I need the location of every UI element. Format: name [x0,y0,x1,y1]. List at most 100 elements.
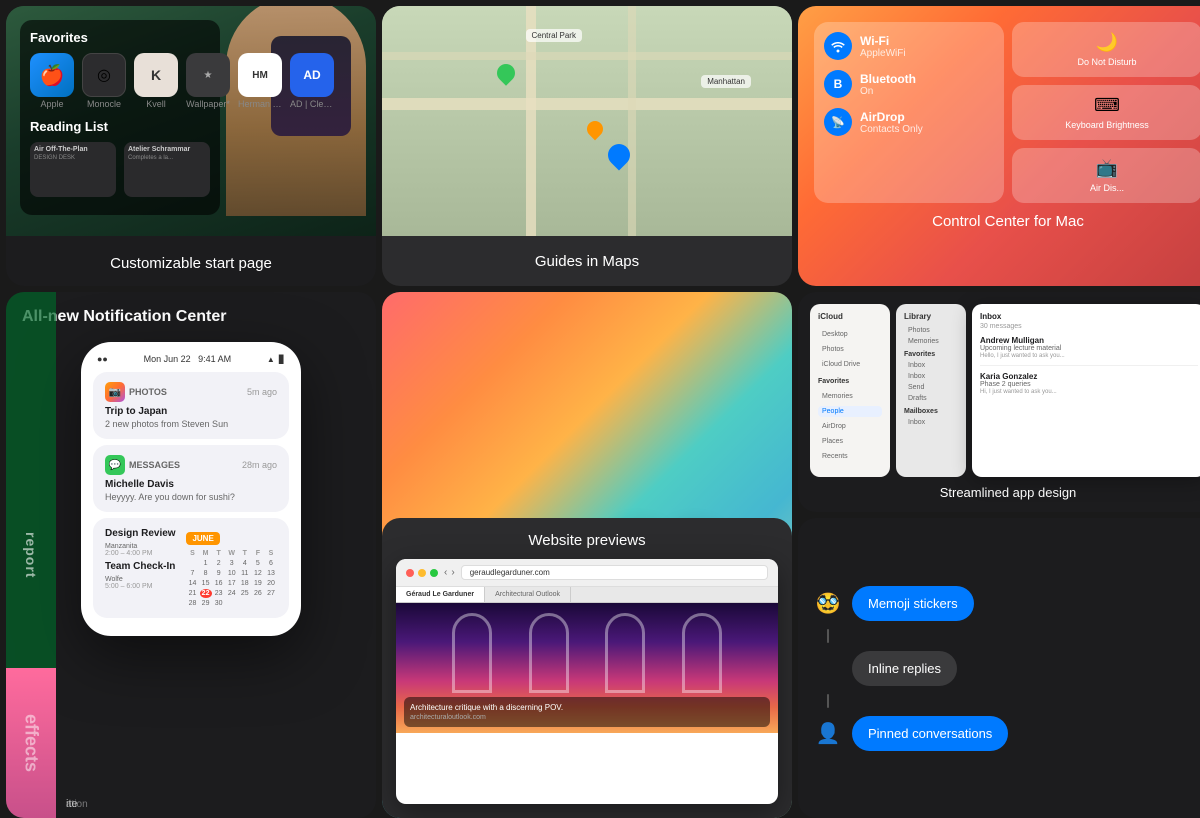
fav-item-ad[interactable]: AD AD | Clever [290,53,334,109]
wifi-control[interactable]: Wi-Fi AppleWiFi [824,32,994,60]
mail-sender-1: Andrew Mulligan [980,336,1198,345]
airdrop-control[interactable]: 📡 AirDrop Contacts Only [824,108,994,136]
notification-center-header: All-new Notification Center [6,292,376,334]
display-icon: 📺 [1096,158,1118,179]
pinned-avatar: 👤 [812,717,844,749]
photos-app-name: PHOTOS [129,387,247,397]
control-grid: Wi-Fi AppleWiFi B Bluetooth On 📡 AirDro [814,22,1200,203]
reading-item-2: Atelier Schrammar Completes a la... [124,142,210,197]
cal-header-t1: T [213,549,225,558]
browser-close-dot[interactable] [406,569,414,577]
fav-item-kvell[interactable]: K Kvell [134,53,178,109]
notif-card-photos-header: 📷 PHOTOS 5m ago [105,382,277,402]
calendar-event2-time: 5:00 – 6:00 PM [105,583,180,590]
photos-notif-time: 5m ago [247,387,277,397]
battery-status-icon: ▊ [279,355,285,364]
fav-label-apple: Apple [30,99,74,109]
bottom-text-2: ation [66,799,88,810]
air-display-control[interactable]: 📺 Air Dis... [1012,148,1200,203]
browser-back[interactable]: ‹ [444,567,447,578]
fav-label-wallpaper: Wallpaper* [186,99,230,109]
wifi-icon [824,32,852,60]
monocle-icon: ◎ [82,53,126,97]
apple-icon: 🍎 [30,53,74,97]
website-description: Architecture critique with a discerning … [410,703,764,712]
calendar-event1-sub: Manzanita [105,543,180,550]
cal-header-f: F [252,549,264,558]
messages-notif-body: Heyyyy. Are you down for sushi? [105,492,277,502]
control-center-caption: Control Center for Mac [814,213,1200,230]
side-effects-bg: effects [6,668,56,818]
fav-label-monocle: Monocle [82,99,126,109]
browser-url-bar[interactable]: geraudlegarduner.com [461,565,768,580]
wallpaper-icon: ★ [186,53,230,97]
phone-camera: ●● [97,354,108,364]
cal-header-t2: T [239,549,251,558]
calendar-widget: Design Review Manzanita 2:00 – 4:00 PM T… [93,518,289,618]
msg-bubble-inline: Inline replies [852,651,957,686]
app-design-preview: iCloud Desktop Photos iCloud Drive Favor… [810,304,1200,477]
side-report-text: report [23,532,39,578]
phone-statusbar: ●● Mon Jun 22 9:41 AM ▲ ▊ [93,354,289,364]
wifi-status-icon: ▲ [267,355,275,364]
fav-item-monocle[interactable]: ◎ Monocle [82,53,126,109]
fav-label-hm: Herman Miller [238,99,282,109]
keyboard-brightness-icon: ⌨ [1094,95,1120,116]
cal-header-w: W [226,549,238,558]
tile-messages-features: 🥸 Memoji stickers Inline replies 👤 Pinne… [798,518,1200,818]
messages-app-name: MESSAGES [129,460,242,470]
browser-preview: ‹ › geraudlegarduner.com Géraud Le Gardu… [396,559,778,804]
moon-icon: 🌙 [1096,32,1118,53]
phone-time: Mon Jun 22 9:41 AM [144,354,232,364]
messages-notif-title: Michelle Davis [105,479,277,490]
reading-items: Air Off-The-Plan DESIGN DESK Atelier Sch… [30,142,210,197]
messages-notif-time: 28m ago [242,460,277,470]
maps-background: Central Park Manhattan [382,6,792,236]
start-page-caption: Customizable start page [6,255,376,272]
browser-forward[interactable]: › [451,567,454,578]
msg-row-memoji: 🥸 Memoji stickers [812,586,1200,621]
calendar-grid: S M T W T F S 1 2 3 4 5 [186,549,277,608]
phone-screen: ●● Mon Jun 22 9:41 AM ▲ ▊ 📷 PHOTOS 5m ag… [81,342,301,636]
calendar-event2-sub: Wolfe [105,576,180,583]
notification-phone: ●● Mon Jun 22 9:41 AM ▲ ▊ 📷 PHOTOS 5m ag… [81,342,301,636]
browser-tab-1[interactable]: Géraud Le Garduner [396,587,485,602]
calendar-event2-title: Team Check-In [105,561,180,572]
cal-header-s2: S [265,549,277,558]
airdrop-text: AirDrop Contacts Only [860,110,994,135]
calendar-event1-title: Design Review [105,528,180,539]
notif-card-photos: 📷 PHOTOS 5m ago Trip to Japan 2 new phot… [93,372,289,439]
tile-start-page: Favorites 🍎 Apple ◎ Monocle K Kvell ★ Wa… [6,6,376,286]
msg-bubble-pinned: Pinned conversations [852,716,1008,751]
fav-item-apple[interactable]: 🍎 Apple [30,53,74,109]
tab2-label: Architectural Outlook [495,591,560,598]
fav-item-hm[interactable]: HM Herman Miller [238,53,282,109]
tile-notification-center: All-new Notification Center ●● Mon Jun 2… [6,292,376,818]
keyboard-brightness-control[interactable]: ⌨ Keyboard Brightness [1012,85,1200,140]
do-not-disturb-control[interactable]: 🌙 Do Not Disturb [1012,22,1200,77]
tile-app-design: iCloud Desktop Photos iCloud Drive Favor… [798,292,1200,512]
browser-maximize-dot[interactable] [430,569,438,577]
msg-thread-line-1 [827,629,829,643]
msg-bubble-memoji: Memoji stickers [852,586,974,621]
msg-row-pinned: 👤 Pinned conversations [812,716,1200,751]
kvell-icon: K [134,53,178,97]
cal-header-m: M [200,549,212,558]
favorites-row: 🍎 Apple ◎ Monocle K Kvell ★ Wallpaper* H… [30,53,210,109]
browser-tab-2[interactable]: Architectural Outlook [485,587,571,602]
reading-list-label: Reading List [30,119,210,134]
messages-app-icon: 💬 [105,455,125,475]
calendar-today: 22 [200,589,212,598]
mail-subject-2: Phase 2 queries [980,381,1198,388]
browser-window-controls [406,569,438,577]
tile-control-center: Wi-Fi AppleWiFi B Bluetooth On 📡 AirDro [798,6,1200,286]
browser-minimize-dot[interactable] [418,569,426,577]
maps-caption: Guides in Maps [535,253,639,270]
fav-label-ad: AD | Clever [290,99,334,109]
photos-notif-title: Trip to Japan [105,406,277,417]
tab1-label: Géraud Le Garduner [406,591,474,598]
tile-website-previews: Website previews ‹ › geraudlegarduner.co… [382,518,792,818]
fav-item-wallpaper[interactable]: ★ Wallpaper* [186,53,230,109]
mail-subject-1: Upcoming lecture material [980,345,1198,352]
bluetooth-control[interactable]: B Bluetooth On [824,70,994,98]
